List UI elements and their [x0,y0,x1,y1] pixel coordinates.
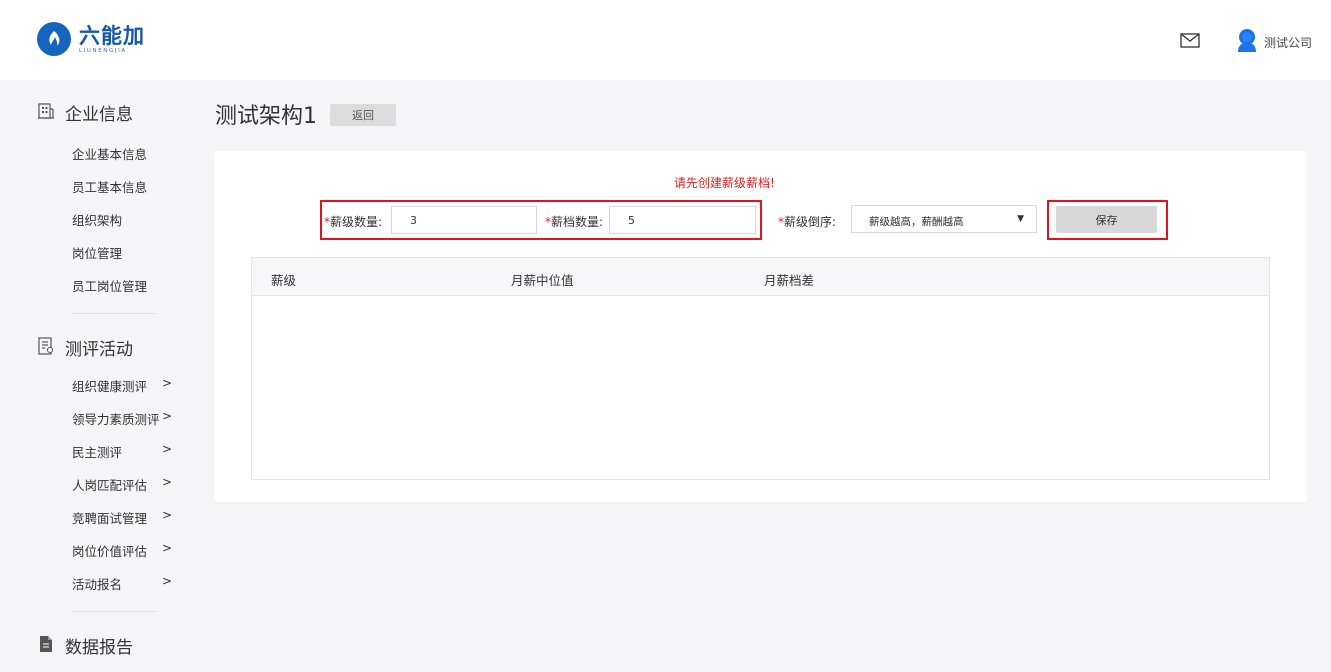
grade-order-select[interactable]: 薪级越高，薪酬越高 ▼ [851,205,1037,233]
save-button[interactable]: 保存 [1056,206,1157,233]
sidebar-item-org-health[interactable]: 组织健康测评 [72,376,147,395]
column-header-grade: 薪级 [271,273,297,288]
sidebar-item-person-job-match[interactable]: 人岗匹配评估 [72,475,147,494]
sidebar-section-assessment[interactable]: 测评活动 [37,335,133,360]
sidebar-item-employee-basic-info[interactable]: 员工基本信息 [72,177,147,196]
chevron-right-icon[interactable]: > [162,409,172,423]
logo-text: 六能加 [79,23,145,48]
user-avatar-icon [1236,28,1258,56]
grade-order-value: 薪级越高，薪酬越高 [869,216,964,228]
grade-order-label: *薪级倒序: [778,215,837,229]
top-header: 六能加 LIUNENGJIA 测试公司 [0,0,1331,80]
sidebar-item-democratic[interactable]: 民主测评 [72,442,122,461]
sidebar: 企业信息 企业基本信息 员工基本信息 组织架构 岗位管理 员工岗位管理 测评活动… [0,80,188,672]
chevron-right-icon[interactable]: > [162,376,172,390]
sidebar-item-position-value[interactable]: 岗位价值评估 [72,541,147,560]
salary-grade-table: 薪级 月薪中位值 月薪档差 [251,257,1270,480]
table-header: 薪级 月薪中位值 月薪档差 [252,258,1269,296]
user-menu[interactable]: 测试公司 [1236,28,1312,56]
sidebar-item-enterprise-basic-info[interactable]: 企业基本信息 [72,144,147,163]
sidebar-divider [72,611,156,612]
assessment-icon [37,336,55,359]
column-header-monthly-median: 月薪中位值 [511,273,574,288]
grade-count-label: *薪级数量: [324,215,383,229]
grade-count-input[interactable] [391,206,537,234]
warning-message: 请先创建薪级薪档! [674,176,775,190]
company-name: 测试公司 [1264,35,1313,50]
sidebar-divider [72,313,156,314]
logo-flame-icon [37,22,71,56]
sidebar-section-title: 数据报告 [65,638,133,658]
band-count-label: *薪档数量: [545,215,604,229]
dropdown-arrow-icon[interactable]: ▼ [1017,214,1024,224]
back-button[interactable]: 返回 [330,104,396,126]
sidebar-item-interview-management[interactable]: 竞聘面试管理 [72,508,147,527]
sidebar-section-data-report[interactable]: 数据报告 [37,633,133,658]
sidebar-item-employee-position-management[interactable]: 员工岗位管理 [72,276,147,295]
sidebar-section-enterprise-info[interactable]: 企业信息 [37,100,133,125]
chevron-right-icon[interactable]: > [162,508,172,522]
sidebar-item-org-structure[interactable]: 组织架构 [72,210,122,229]
sidebar-section-title: 测评活动 [65,340,133,360]
page-title: 测试架构1 [215,104,317,129]
logo[interactable]: 六能加 LIUNENGJIA [37,22,145,56]
mail-icon[interactable] [1180,33,1200,52]
column-header-monthly-diff: 月薪档差 [764,273,815,288]
band-count-input[interactable] [609,206,756,234]
document-icon [37,635,55,657]
sidebar-section-title: 企业信息 [65,105,133,125]
sidebar-item-event-signup[interactable]: 活动报名 [72,574,122,593]
logo-subtext: LIUNENGJIA [79,47,127,54]
chevron-right-icon[interactable]: > [162,442,172,456]
building-icon [37,102,55,124]
chevron-right-icon[interactable]: > [162,541,172,555]
chevron-right-icon[interactable]: > [162,574,172,588]
chevron-right-icon[interactable]: > [162,475,172,489]
sidebar-item-leadership[interactable]: 领导力素质测评 [72,409,160,428]
sidebar-item-position-management[interactable]: 岗位管理 [72,243,122,262]
